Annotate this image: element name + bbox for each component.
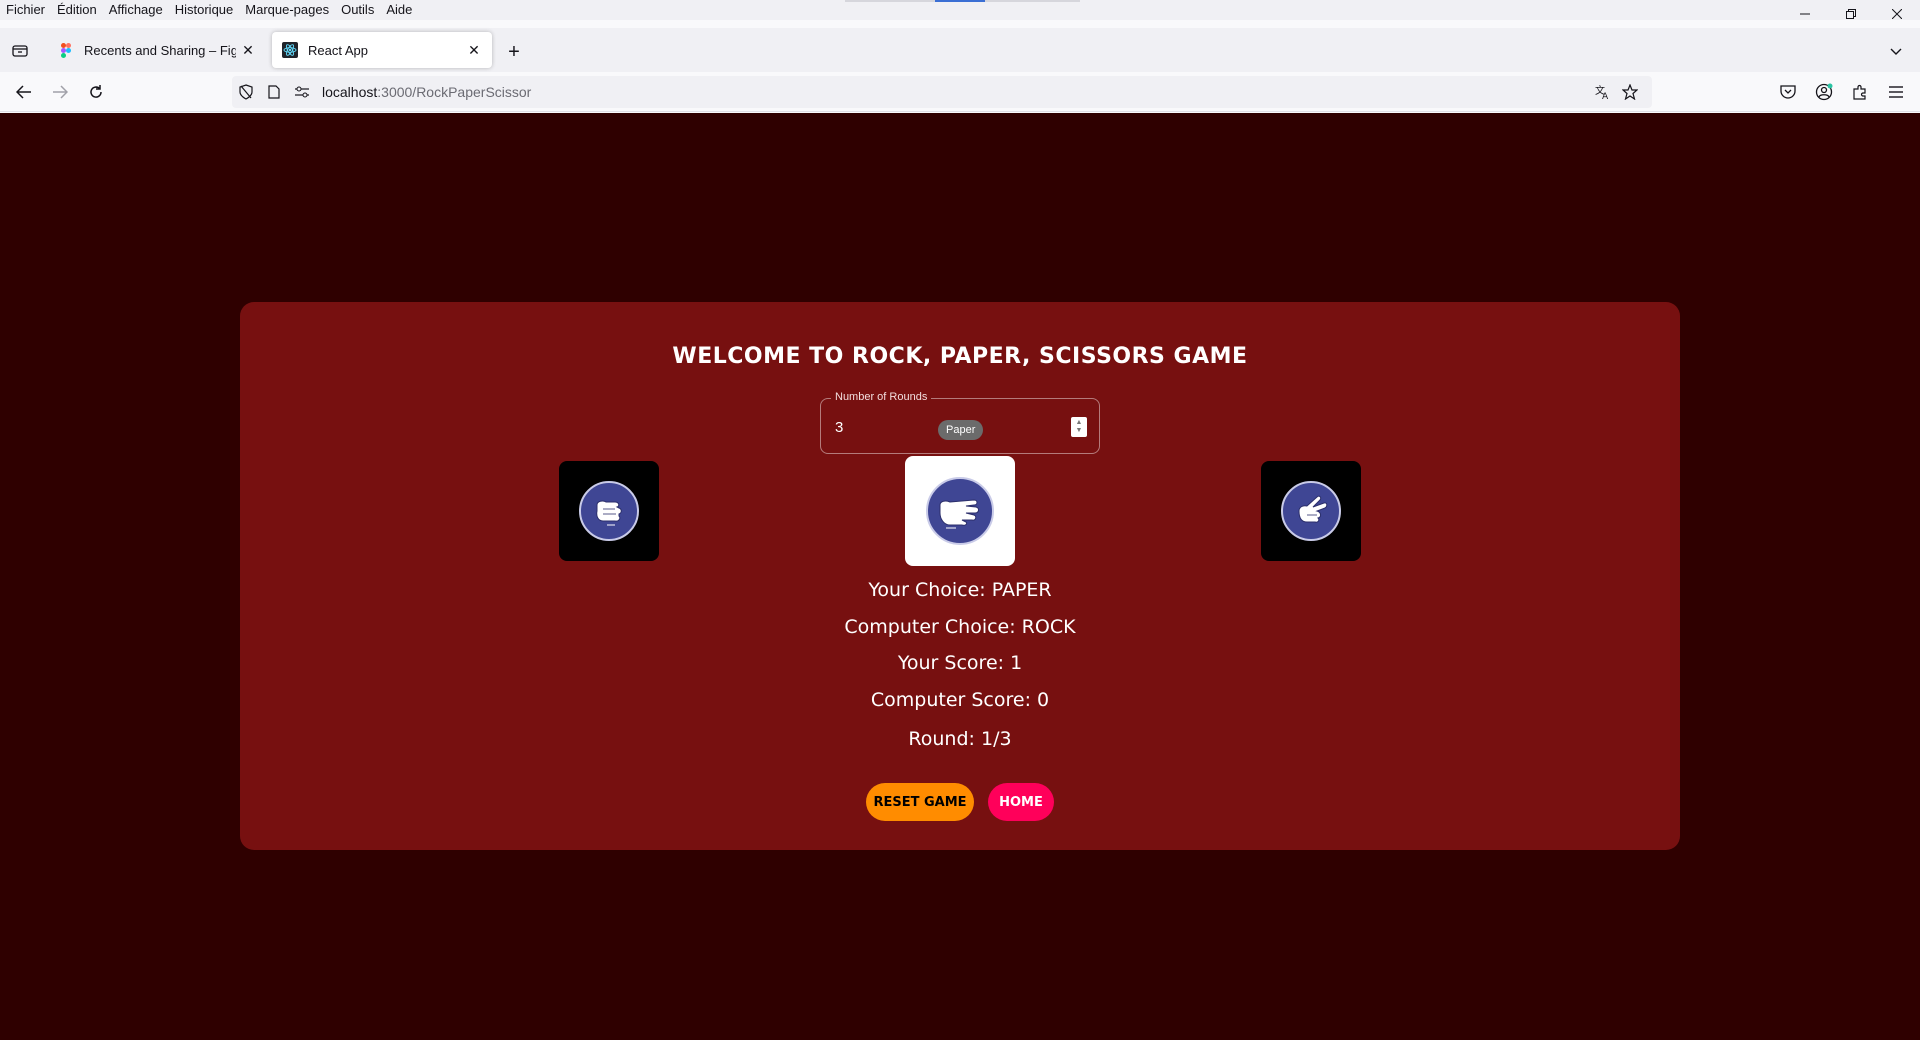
close-icon[interactable]: ✕ [236,38,260,62]
your-score-text: Your Score: 1 [897,652,1023,674]
account-icon[interactable] [1810,78,1838,106]
rounds-stepper[interactable]: ▲ ▼ [1071,417,1087,437]
rounds-value[interactable]: 3 [835,419,843,436]
chevron-down-icon[interactable] [1884,40,1908,64]
tab-title: React App [308,42,368,58]
close-window-icon[interactable] [1874,0,1920,28]
translate-icon[interactable]: 文A [1588,78,1616,106]
tab-list-icon[interactable] [8,39,32,61]
menu-icon[interactable] [1882,78,1910,106]
minimize-icon[interactable] [1782,0,1828,28]
tab-figma[interactable]: Recents and Sharing – Figma ✕ [48,32,266,68]
rock-button[interactable] [559,461,659,561]
permissions-icon[interactable] [288,78,316,106]
page-info-icon[interactable] [260,78,288,106]
react-icon [282,42,298,58]
title-drag-indicator [845,0,1080,2]
scissors-hand-icon [1281,481,1341,541]
scissors-button[interactable] [1261,461,1361,561]
new-tab-icon[interactable]: + [502,40,526,64]
choice-tooltip: Paper [938,420,984,440]
menu-marque-pages[interactable]: Marque-pages [239,0,335,20]
computer-score-text: Computer Score: 0 [870,689,1050,711]
bookmark-star-icon[interactable] [1616,78,1644,106]
restore-icon[interactable] [1828,0,1874,28]
menu-historique[interactable]: Historique [169,0,240,20]
window-controls [1782,0,1920,28]
tab-react-app[interactable]: React App ✕ [272,32,492,68]
chevron-down-icon[interactable]: ▼ [1076,427,1083,435]
figma-icon [58,42,74,58]
rounds-label: Number of Rounds [831,391,932,403]
chevron-up-icon[interactable]: ▲ [1076,419,1083,427]
home-button[interactable]: HOME [988,783,1054,821]
svg-text:A: A [1602,92,1609,100]
forward-icon[interactable] [46,78,74,106]
menu-affichage[interactable]: Affichage [103,0,169,20]
url-text: localhost:3000/RockPaperScissor [322,84,532,100]
menu-fichier[interactable]: Fichier [0,0,51,20]
tab-title: Recents and Sharing – Figma [84,42,236,58]
reload-icon[interactable] [82,78,110,106]
tracking-protection-icon[interactable] [232,78,260,106]
menu-edition[interactable]: Édition [51,0,103,20]
menu-outils[interactable]: Outils [335,0,380,20]
back-icon[interactable] [10,78,38,106]
menu-bar: Fichier Édition Affichage Historique Mar… [0,0,1920,20]
paper-hand-icon [926,477,994,545]
tab-bar: Recents and Sharing – Figma ✕ React App … [0,28,1920,72]
your-choice-text: Your Choice: PAPER [868,579,1052,601]
page-title: WELCOME TO ROCK, PAPER, SCISSORS GAME [672,344,1248,369]
pocket-icon[interactable] [1774,78,1802,106]
computer-choice-text: Computer Choice: ROCK [844,616,1076,638]
extensions-icon[interactable] [1846,78,1874,106]
menu-aide[interactable]: Aide [380,0,418,20]
game-card: WELCOME TO ROCK, PAPER, SCISSORS GAME Nu… [240,302,1680,850]
paper-button[interactable] [905,456,1015,566]
round-text: Round: 1/3 [908,728,1012,750]
rock-hand-icon [579,481,639,541]
close-icon[interactable]: ✕ [462,38,486,62]
page-background: WELCOME TO ROCK, PAPER, SCISSORS GAME Nu… [0,113,1920,1040]
url-bar[interactable]: localhost:3000/RockPaperScissor 文A [232,76,1652,108]
navigation-bar: localhost:3000/RockPaperScissor 文A [0,72,1920,112]
reset-game-button[interactable]: RESET GAME [866,783,974,821]
